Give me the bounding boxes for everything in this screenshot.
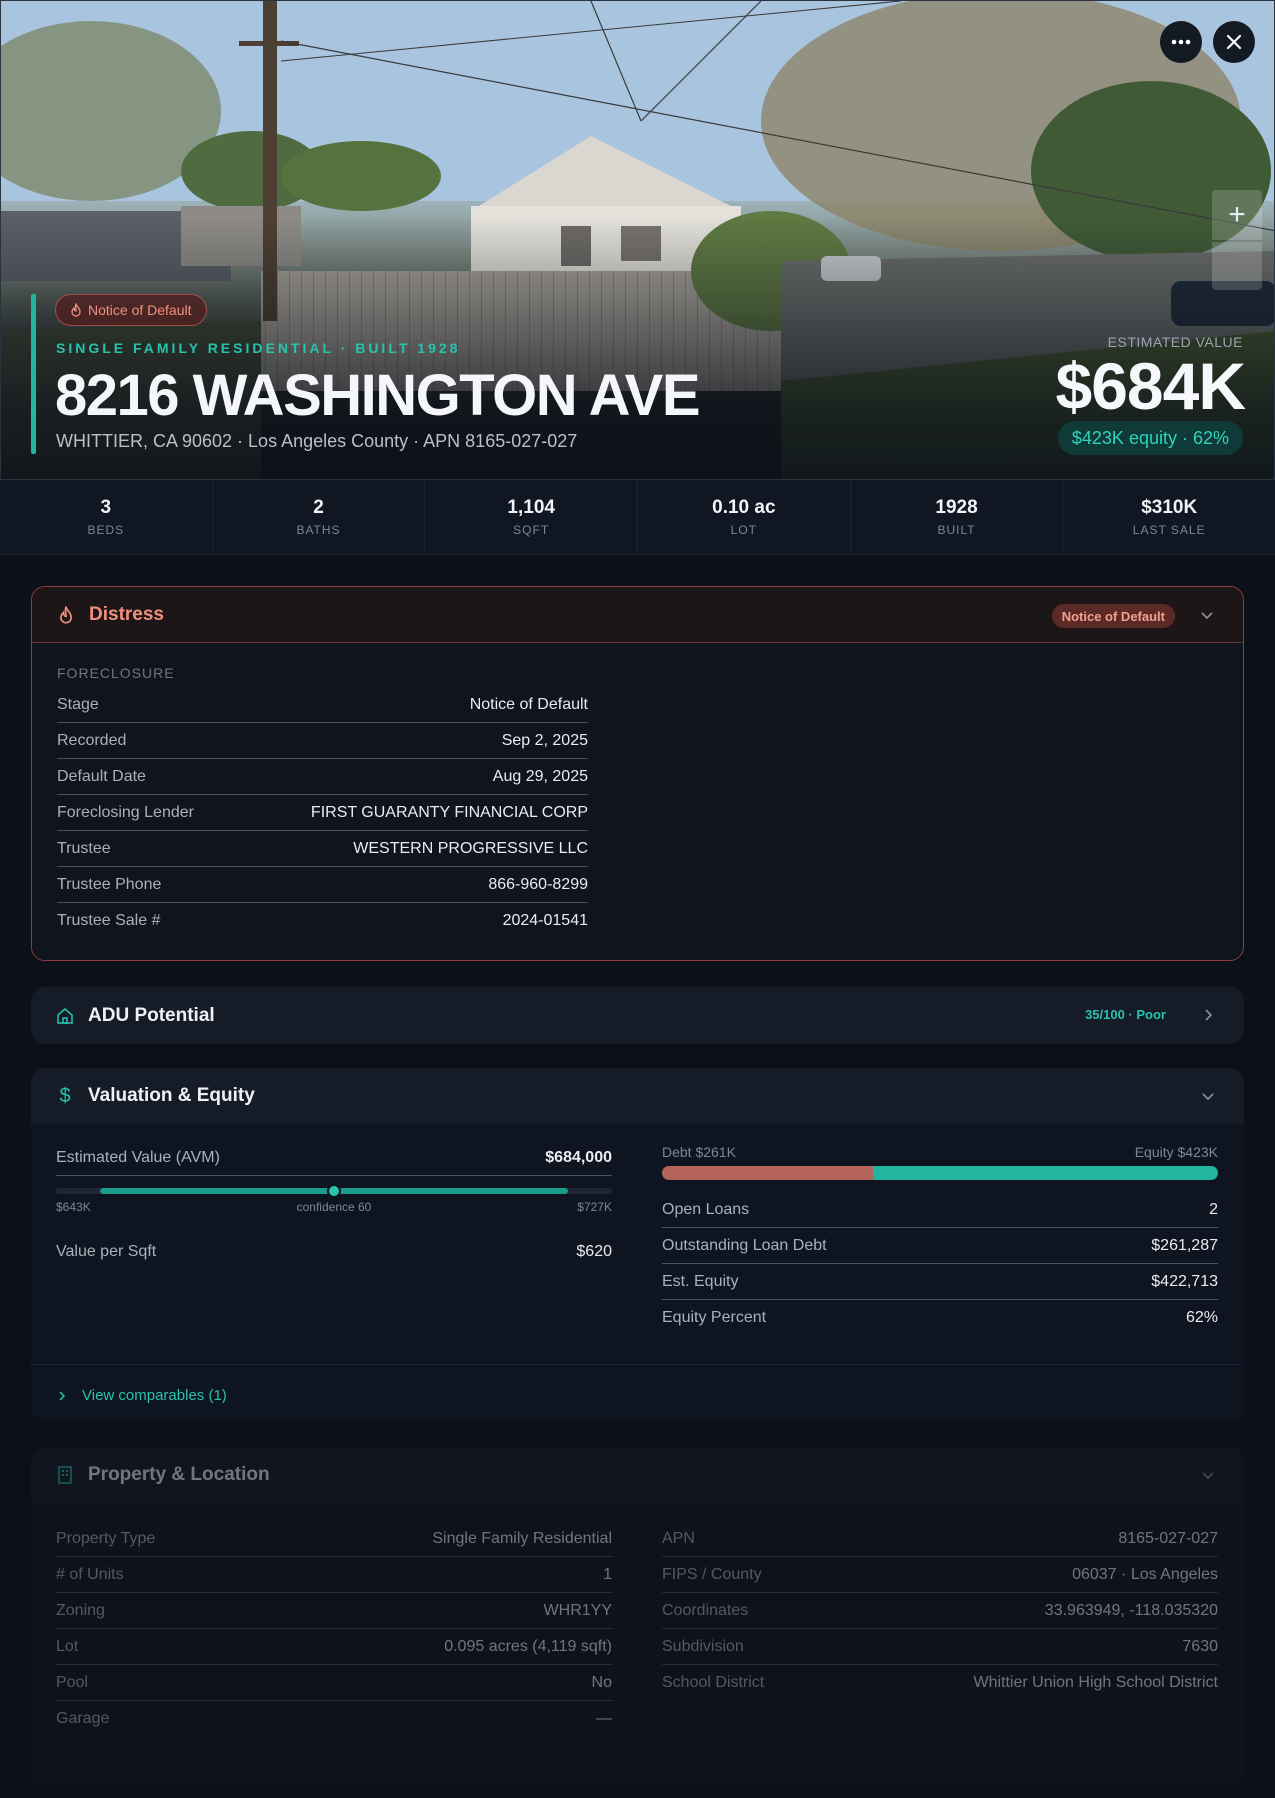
range-high: $727K (577, 1200, 612, 1214)
adu-header[interactable]: ADU Potential 35/100 · Poor (31, 987, 1244, 1044)
table-row: Subdivision 7630 (662, 1629, 1218, 1665)
valuation-title: Valuation & Equity (88, 1085, 255, 1106)
property-title: Property & Location (88, 1464, 270, 1485)
equity-section: Debt $261K Equity $423K Open Loans 2 Outs… (662, 1124, 1218, 1336)
distress-status-badge: Notice of Default (1051, 604, 1175, 628)
adu-potential-card[interactable]: ADU Potential 35/100 · Poor (31, 987, 1244, 1044)
more-options-button[interactable] (1160, 21, 1202, 63)
table-row: Foreclosing Lender FIRST GUARANTY FINANCI… (57, 795, 588, 831)
more-horizontal-icon (1171, 39, 1191, 45)
view-comparables-link[interactable]: View comparables (1) (31, 1364, 1244, 1420)
table-row: Garage — (56, 1710, 612, 1727)
zoom-out-button[interactable] (1212, 242, 1262, 290)
table-row: Stage Notice of Default (57, 687, 588, 723)
table-row: Outstanding Loan Debt $261,287 (662, 1228, 1218, 1264)
chevron-down-icon[interactable] (1199, 607, 1215, 623)
avm-confidence-range (56, 1184, 612, 1198)
table-row: Trustee Sale #2024-01541 (57, 912, 588, 929)
table-row: Equity Percent 62% (662, 1309, 1218, 1326)
table-row: Est. Equity $422,713 (662, 1264, 1218, 1300)
dollar-icon: $ (59, 1084, 71, 1107)
flame-icon (71, 303, 81, 317)
property-left-column: Property Type Single Family Residential #… (56, 1521, 612, 1737)
estimated-value: $684K (1055, 349, 1246, 423)
property-subaddress: WHITTIER, CA 90602 · Los Angeles County … (56, 431, 578, 451)
ppsf-row: Value per Sqft $620 (56, 1243, 612, 1260)
valuation-equity-card: $ Valuation & Equity Estimated Value (AV… (31, 1068, 1244, 1420)
close-button[interactable] (1213, 21, 1255, 63)
stats-bar: 3 BEDS 2 BATHS 1,104 SQFT 0.10 ac LOT 1928 BU… (0, 480, 1275, 555)
stat-sqft: 1,104 SQFT (425, 480, 639, 554)
adu-score: 35/100 · Poor (1085, 1007, 1166, 1022)
stat-built: 1928 BUILT (851, 480, 1064, 554)
stat-baths: 2 BATHS (213, 480, 426, 554)
table-row: # of Units 1 (56, 1557, 612, 1593)
property-location-card: Property & Location Property Type Single … (31, 1447, 1244, 1787)
table-row: Trustee WESTERN PROGRESSIVE LLC (57, 831, 588, 867)
chevron-down-icon[interactable] (1200, 1088, 1216, 1104)
distress-card: Distress Notice of Default FORECLOSURE S… (31, 586, 1244, 961)
confidence-label: confidence 60 (296, 1200, 372, 1214)
valuation-header[interactable]: $ Valuation & Equity (31, 1068, 1244, 1124)
avm-row: Estimated Value (AVM) $684,000 (56, 1140, 612, 1176)
home-icon (56, 1007, 74, 1025)
range-low: $643K (56, 1200, 91, 1214)
close-icon (1226, 34, 1242, 50)
property-header[interactable]: Property & Location (31, 1447, 1244, 1503)
table-row: Open Loans 2 (662, 1192, 1218, 1228)
table-row: FIPS / County 06037 · Los Angeles (662, 1557, 1218, 1593)
flame-icon (57, 605, 75, 624)
chevron-right-icon (59, 1390, 66, 1401)
table-row: Coordinates 33.963949, -118.035320 (662, 1593, 1218, 1629)
hero-accent-bar (31, 294, 36, 454)
debt-segment (662, 1166, 874, 1180)
foreclosure-section: FORECLOSURE Stage Notice of Default Recor… (32, 643, 613, 939)
plus-icon: + (1228, 198, 1246, 231)
adu-title: ADU Potential (88, 1004, 215, 1026)
table-row: Default Date Aug 29, 2025 (57, 759, 588, 795)
building-icon (56, 1466, 74, 1484)
chevron-right-icon[interactable] (1200, 1007, 1216, 1023)
table-row: Lot 0.095 acres (4,119 sqft) (56, 1629, 612, 1665)
foreclosure-label: FORECLOSURE (57, 665, 175, 681)
distress-title: Distress (89, 603, 164, 625)
stat-beds: 3 BEDS (0, 480, 213, 554)
property-type-eyebrow: SINGLE FAMILY RESIDENTIAL · BUILT 1928 (56, 340, 461, 356)
avm-marker (327, 1184, 341, 1198)
table-row: Pool No (56, 1665, 612, 1701)
table-row: Zoning WHR1YY (56, 1593, 612, 1629)
stat-lot: 0.10 ac LOT (638, 480, 851, 554)
table-row: School District Whittier Union High Schoo… (662, 1674, 1218, 1691)
table-row: Recorded Sep 2, 2025 (57, 723, 588, 759)
debt-label: Debt $261K (662, 1144, 736, 1160)
stat-last-sale: $310K LAST SALE (1132, 497, 1206, 537)
avm-section: Estimated Value (AVM) $684,000 $643K con… (56, 1124, 612, 1336)
equity-pill: $423K equity · 62% (1057, 421, 1243, 455)
distress-header[interactable]: Distress Notice of Default (32, 587, 1243, 643)
zoom-in-button[interactable]: + (1212, 190, 1262, 240)
comparables-link-label: View comparables (1) (82, 1387, 227, 1404)
table-row: APN 8165-027-027 (662, 1521, 1218, 1557)
property-right-column: APN 8165-027-027 FIPS / County 06037 · Los… (662, 1521, 1218, 1737)
debt-equity-bar (662, 1166, 1218, 1180)
equity-label: Equity $423K (1134, 1144, 1218, 1160)
chevron-down-icon[interactable] (1200, 1467, 1216, 1483)
badge-label: Notice of Default (88, 302, 192, 318)
notice-of-default-badge: Notice of Default (55, 294, 207, 326)
property-address: 8216 WASHINGTON AVE (55, 363, 701, 428)
table-row: Property Type Single Family Residential (56, 1521, 612, 1557)
equity-segment (873, 1166, 1218, 1180)
table-row: Trustee Phone 866-960-8299 (57, 867, 588, 903)
